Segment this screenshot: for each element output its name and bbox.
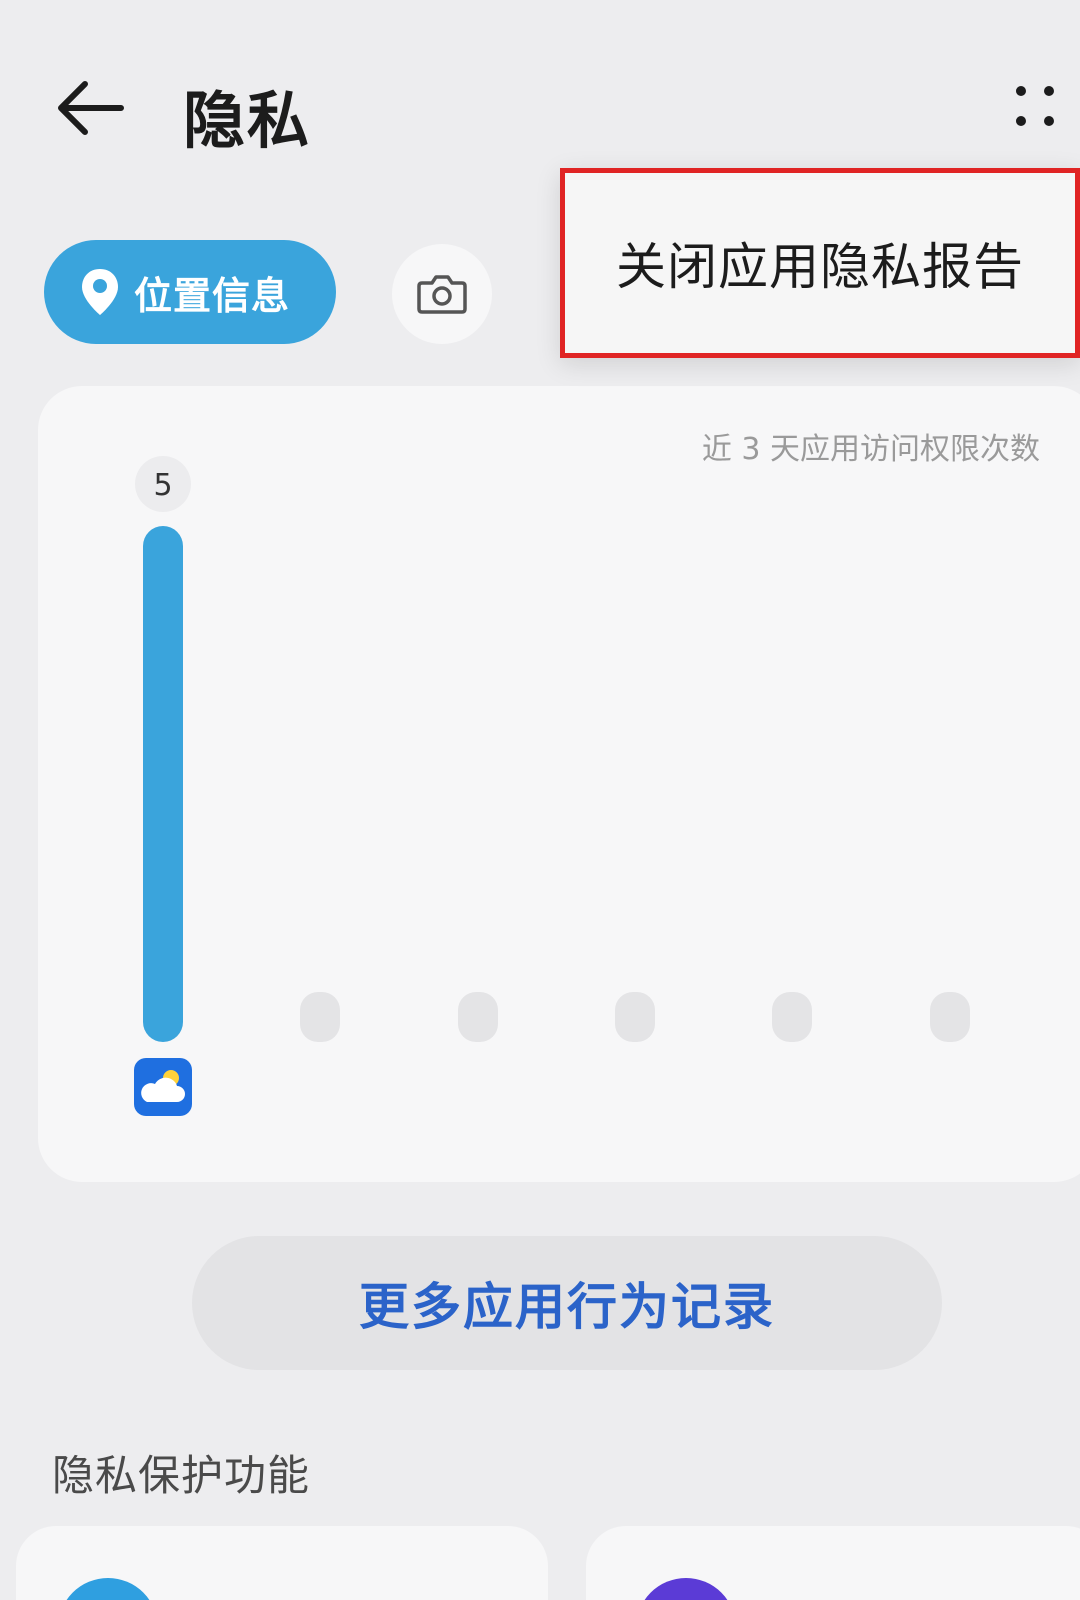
tab-location[interactable]: 位置信息 <box>44 240 336 344</box>
feature-icon <box>636 1578 736 1600</box>
chart-bar-placeholder <box>300 992 340 1042</box>
page-title: 隐私 <box>183 84 312 157</box>
chart-bar-placeholder <box>615 992 655 1042</box>
privacy-report-chart-card: 近 3 天应用访问权限次数 5 <box>38 386 1080 1182</box>
more-app-records-label: 更多应用行为记录 <box>359 1278 775 1336</box>
chart-bar-placeholder <box>930 992 970 1042</box>
more-options-button[interactable] <box>1010 72 1080 142</box>
privacy-protection-section-title: 隐私保护功能 <box>52 1451 311 1500</box>
arrow-left-icon <box>58 81 124 135</box>
chart-bar-placeholder <box>772 992 812 1042</box>
access-count-chart: 5 <box>134 456 970 1116</box>
location-pin-icon <box>82 269 118 315</box>
feature-icon <box>58 1578 158 1600</box>
weather-app-icon <box>134 1058 192 1116</box>
chart-bar[interactable] <box>143 526 183 1042</box>
feature-card[interactable] <box>16 1526 548 1600</box>
more-dots-icon <box>1016 86 1026 96</box>
overflow-menu: 关闭应用隐私报告 <box>560 168 1080 358</box>
tab-camera[interactable] <box>392 244 492 344</box>
tab-location-label: 位置信息 <box>134 273 291 318</box>
chart-bar-placeholder <box>458 992 498 1042</box>
camera-icon <box>417 275 467 314</box>
feature-card[interactable] <box>586 1526 1080 1600</box>
more-app-records-button[interactable]: 更多应用行为记录 <box>192 1236 942 1370</box>
close-privacy-report-item[interactable]: 关闭应用隐私报告 <box>616 227 1024 299</box>
back-button[interactable] <box>50 68 130 148</box>
chart-data-label: 5 <box>153 468 172 503</box>
